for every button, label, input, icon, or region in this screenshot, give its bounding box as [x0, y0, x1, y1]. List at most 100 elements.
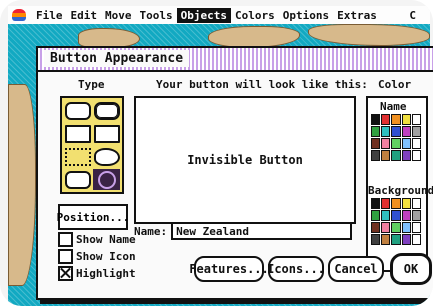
- menu-objects[interactable]: Objects: [176, 7, 231, 23]
- type-option-shadow[interactable]: [93, 123, 120, 144]
- color-swatch[interactable]: [371, 198, 381, 209]
- checkbox-label: Show Icon: [76, 250, 136, 263]
- preview-button-text: Invisible Button: [187, 153, 303, 167]
- button-name-input[interactable]: [171, 222, 352, 240]
- double-rounded-icon: [93, 101, 120, 120]
- cancel-button[interactable]: Cancel: [328, 256, 384, 282]
- color-swatch[interactable]: [401, 234, 411, 245]
- button-type-grid: [60, 96, 124, 194]
- menu-extras[interactable]: Extras: [333, 8, 381, 23]
- preview-label: Your button will look like this:: [156, 78, 368, 91]
- map-landmass: [308, 24, 430, 46]
- menu-move[interactable]: Move: [101, 8, 136, 23]
- color-swatch[interactable]: [401, 150, 411, 161]
- color-swatch[interactable]: [371, 150, 381, 161]
- menu-options[interactable]: Options: [279, 8, 333, 23]
- color-swatch[interactable]: [411, 222, 421, 233]
- menu-clipped-item[interactable]: C: [405, 8, 420, 23]
- color-swatch[interactable]: [401, 114, 411, 125]
- arrows-shape-icon: [64, 170, 91, 189]
- type-option-rectangle[interactable]: [64, 123, 91, 144]
- color-swatch[interactable]: [391, 114, 401, 125]
- type-option-radio-selected[interactable]: [93, 169, 120, 190]
- color-swatch[interactable]: [381, 210, 391, 221]
- color-swatch[interactable]: [411, 150, 421, 161]
- type-label: Type: [78, 78, 105, 91]
- screen-frame: File Edit Move Tools Objects Colors Opti…: [0, 0, 433, 306]
- palette-background-label: Background: [368, 184, 433, 197]
- rectangle-icon: [64, 124, 91, 143]
- color-palette: Name Background: [366, 96, 433, 272]
- type-option-arrows[interactable]: [64, 169, 91, 190]
- color-swatch[interactable]: [411, 114, 421, 125]
- menu-edit[interactable]: Edit: [67, 8, 102, 23]
- color-swatch[interactable]: [371, 222, 381, 233]
- rounded-rect-icon: [64, 101, 91, 120]
- radio-shape-icon: [97, 170, 116, 189]
- color-swatch[interactable]: [391, 138, 401, 149]
- dialog-titlebar[interactable]: Button Appearance: [38, 48, 433, 72]
- type-option-invisible[interactable]: [64, 146, 91, 167]
- color-swatch[interactable]: [401, 138, 411, 149]
- checkbox-label: Show Name: [76, 233, 136, 246]
- color-swatch[interactable]: [411, 210, 421, 221]
- map-landmass: [78, 28, 140, 48]
- color-swatch[interactable]: [371, 210, 381, 221]
- color-swatch[interactable]: [411, 138, 421, 149]
- color-swatch[interactable]: [371, 138, 381, 149]
- shadow-rect-icon: [93, 124, 120, 143]
- menu-tools[interactable]: Tools: [136, 8, 177, 23]
- color-swatch[interactable]: [411, 126, 421, 137]
- color-swatch[interactable]: [391, 222, 401, 233]
- apple-icon[interactable]: [12, 9, 26, 21]
- color-swatch[interactable]: [381, 138, 391, 149]
- checkbox-box-checked[interactable]: [58, 266, 73, 281]
- type-option-blob[interactable]: [93, 146, 120, 167]
- icons-button[interactable]: Icons...: [267, 256, 325, 282]
- color-swatch[interactable]: [401, 210, 411, 221]
- color-swatch[interactable]: [411, 234, 421, 245]
- color-swatch[interactable]: [401, 126, 411, 137]
- checkbox-box[interactable]: [58, 249, 73, 264]
- color-swatch[interactable]: [391, 234, 401, 245]
- show-name-checkbox[interactable]: Show Name: [58, 232, 136, 247]
- color-swatch[interactable]: [371, 114, 381, 125]
- map-landmass: [8, 84, 36, 286]
- checkbox-box[interactable]: [58, 232, 73, 247]
- color-swatch[interactable]: [401, 222, 411, 233]
- background-color-swatches: [371, 198, 421, 245]
- type-option-oval[interactable]: [93, 100, 120, 121]
- show-icon-checkbox[interactable]: Show Icon: [58, 249, 136, 264]
- type-option-rounded[interactable]: [64, 100, 91, 121]
- menu-colors[interactable]: Colors: [231, 8, 279, 23]
- button-preview: Invisible Button: [134, 96, 356, 224]
- color-swatch[interactable]: [401, 198, 411, 209]
- color-swatch[interactable]: [381, 198, 391, 209]
- color-swatch[interactable]: [391, 210, 401, 221]
- highlight-checkbox[interactable]: Highlight: [58, 266, 136, 281]
- color-swatch[interactable]: [381, 114, 391, 125]
- blob-shape-icon: [93, 147, 120, 166]
- color-label: Color: [378, 78, 412, 91]
- color-swatch[interactable]: [381, 126, 391, 137]
- color-swatch[interactable]: [391, 126, 401, 137]
- color-swatch[interactable]: [371, 234, 381, 245]
- color-swatch[interactable]: [391, 198, 401, 209]
- features-button[interactable]: Features...: [189, 256, 269, 282]
- color-swatch[interactable]: [381, 222, 391, 233]
- name-label: Name:: [134, 224, 168, 238]
- dialog-title: Button Appearance: [44, 50, 190, 67]
- color-swatch[interactable]: [411, 198, 421, 209]
- color-swatch[interactable]: [381, 234, 391, 245]
- dotted-rect-icon: [64, 147, 91, 166]
- color-swatch[interactable]: [371, 126, 381, 137]
- ok-button[interactable]: OK: [390, 253, 432, 285]
- map-landmass: [208, 26, 300, 48]
- color-swatch[interactable]: [381, 150, 391, 161]
- color-swatch[interactable]: [391, 150, 401, 161]
- name-field-row: Name:: [134, 222, 352, 240]
- menu-bar: File Edit Move Tools Objects Colors Opti…: [8, 6, 430, 24]
- position-button[interactable]: Position...: [57, 204, 129, 230]
- checkbox-label: Highlight: [76, 267, 136, 280]
- menu-file[interactable]: File: [32, 8, 67, 23]
